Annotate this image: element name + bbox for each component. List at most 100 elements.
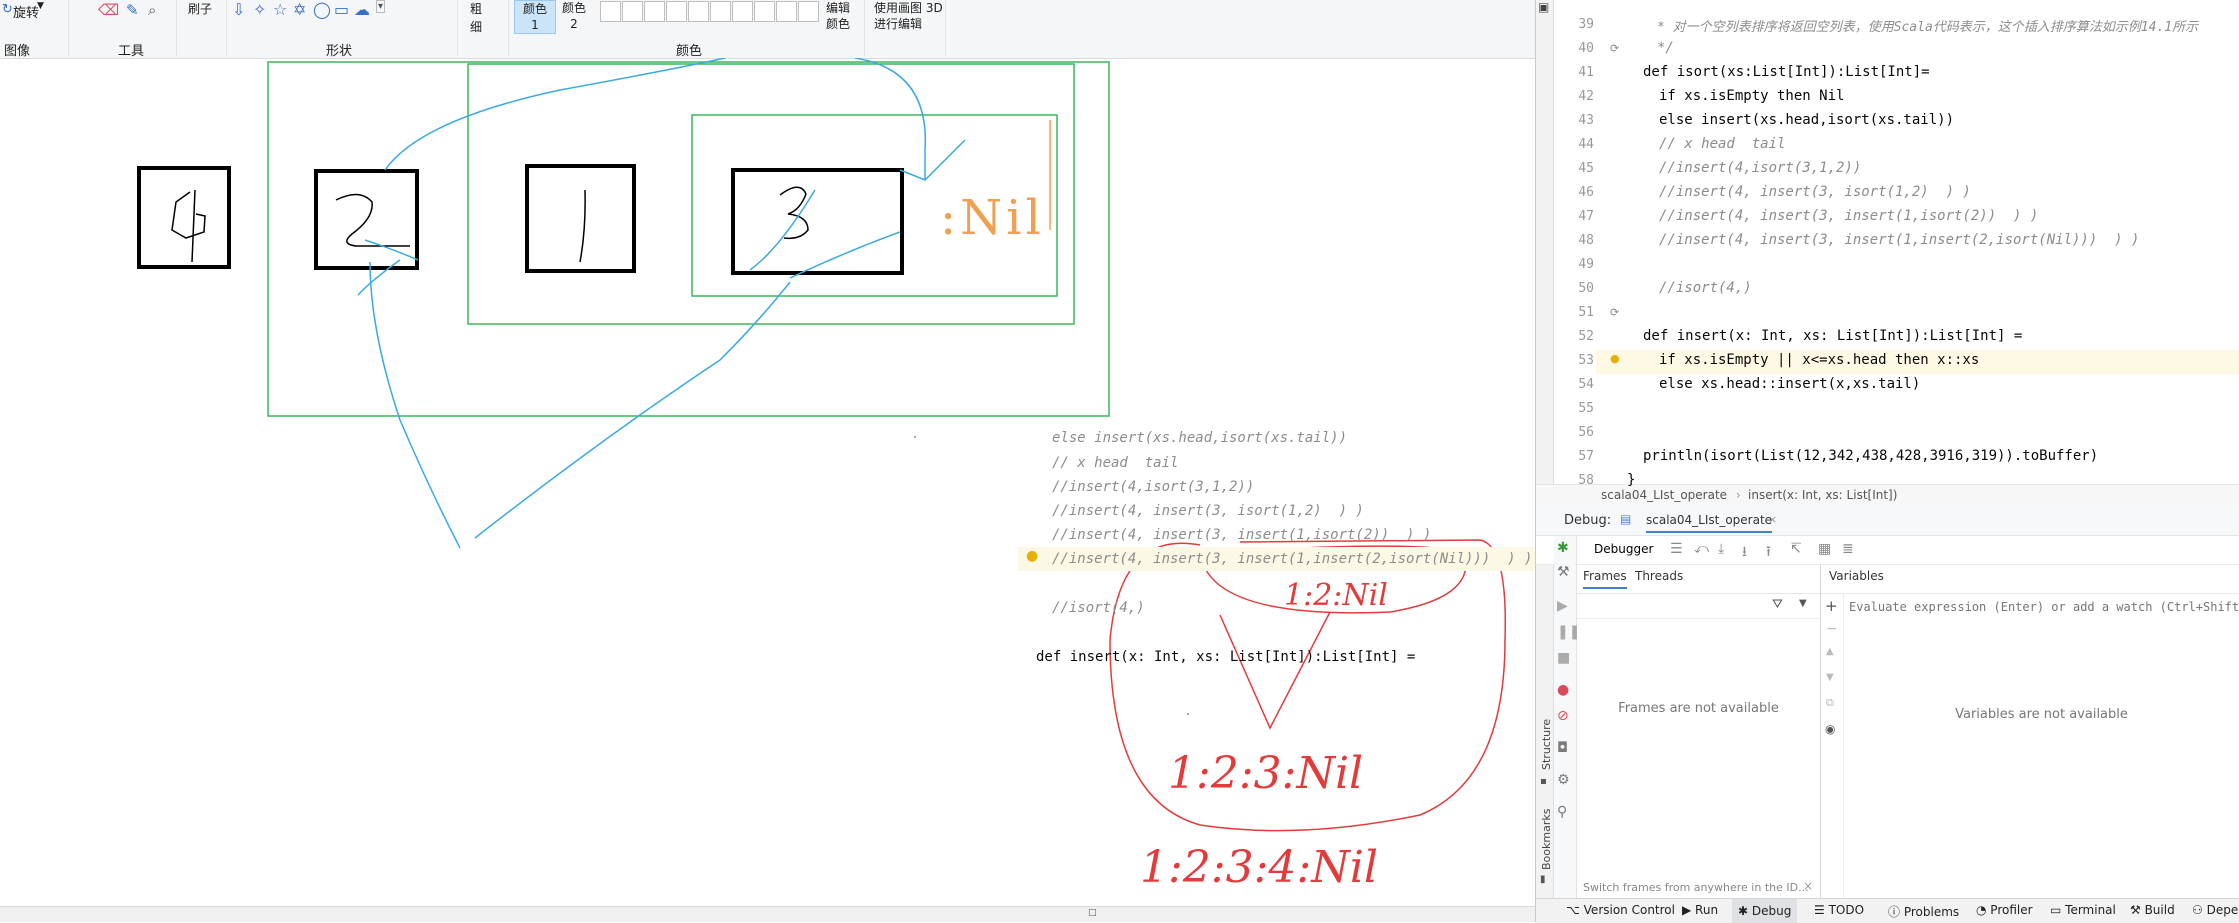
problems-tab[interactable]: ⓘ Problems <box>1888 903 1959 920</box>
build-tab[interactable]: ⚒ Build <box>2130 903 2175 917</box>
color1-button[interactable]: 颜色 1 <box>514 0 556 34</box>
color1-label: 颜色 1 <box>523 2 548 32</box>
palette-swatch[interactable] <box>776 1 797 22</box>
remove-watch-icon[interactable]: − <box>1826 621 1838 637</box>
pin-icon[interactable]: ⚲ <box>1557 804 1567 820</box>
profiler-tab[interactable]: ◔ Profiler <box>1976 903 2033 917</box>
palette-swatch[interactable] <box>644 1 665 22</box>
move-down-icon[interactable]: ▼ <box>1826 672 1834 683</box>
move-up-icon[interactable]: ▲ <box>1826 646 1834 657</box>
add-watch-icon[interactable]: + <box>1825 597 1838 615</box>
edit-colors-button[interactable]: 编辑颜色 <box>826 0 852 32</box>
duplicate-icon[interactable]: ⧉ <box>1826 696 1834 710</box>
brush-button[interactable]: 刷子 <box>188 0 212 17</box>
close-icon[interactable]: × <box>1803 879 1813 893</box>
arrow-down-shape-icon[interactable]: ⇩ <box>232 0 245 19</box>
camera-icon[interactable]: ◘ <box>1557 740 1568 756</box>
step-over-icon[interactable]: ⤓ <box>1718 541 1724 557</box>
run-tab[interactable]: ▶ Run <box>1682 903 1718 917</box>
step-out-icon[interactable]: ⭱ <box>1766 541 1771 565</box>
show-execution-point-icon[interactable]: ⤺ <box>1694 541 1709 557</box>
callout-rect-icon[interactable]: ▭ <box>334 0 349 19</box>
thread-selector[interactable]: ⛛ ▼ <box>1577 594 1820 619</box>
variables-empty-message: Variables are not available <box>1955 707 2128 722</box>
pasted-code-line: //insert(4,isort(3,1,2)) <box>1052 479 1255 495</box>
palette-swatch[interactable] <box>600 1 621 22</box>
color-picker-icon[interactable]: ✎ <box>126 1 139 19</box>
four-point-star-icon[interactable]: ✧ <box>253 0 266 19</box>
palette-swatch[interactable] <box>688 1 709 22</box>
close-icon[interactable]: × <box>1768 513 1777 526</box>
structure-tab[interactable]: Structure <box>1540 719 1553 770</box>
mute-breakpoints-icon[interactable]: ⊘ <box>1557 708 1569 724</box>
palette-swatch[interactable] <box>798 1 819 22</box>
bookmarks-tab[interactable]: Bookmarks <box>1540 809 1553 870</box>
frames-empty-message: Frames are not available <box>1618 701 1779 716</box>
run-to-cursor-icon[interactable]: ↸ <box>1790 541 1802 557</box>
palette-swatch[interactable] <box>622 1 643 22</box>
threads-tab[interactable]: Threads <box>1635 569 1683 583</box>
pasted-code-line: def insert(x: Int, xs: List[Int]):List[I… <box>1036 649 1416 665</box>
line-number: 51 <box>1578 305 1594 320</box>
frames-tab[interactable]: Frames <box>1583 569 1627 589</box>
ribbon-divider <box>864 0 865 56</box>
layout-icon[interactable]: ☰ <box>1670 541 1683 557</box>
color2-button[interactable]: 颜色 2 <box>562 0 586 32</box>
rotate-button[interactable]: 旋转 <box>13 2 39 21</box>
line-number: 50 <box>1578 281 1594 296</box>
code-line: } <box>1627 472 1636 488</box>
ribbon-divider <box>68 0 69 56</box>
callout-cloud-icon[interactable]: ☁ <box>354 0 370 19</box>
gear-icon[interactable]: ⚙ <box>1557 772 1570 788</box>
eye-icon[interactable]: ◉ <box>1825 722 1835 736</box>
variables-tab: Variables <box>1829 569 1884 583</box>
dependencies-tab[interactable]: ⚇ Dependencies <box>2192 903 2239 917</box>
stop-icon[interactable]: ■ <box>1557 650 1570 666</box>
watch-expression-input[interactable] <box>1847 596 2239 618</box>
tool-window-strip: ▣ Structure ▪ Bookmarks ▮ <box>1536 0 1554 922</box>
settings-wrench-icon[interactable]: ⚒ <box>1557 564 1570 580</box>
debug-tab[interactable]: ✱ Debug <box>1732 899 1798 923</box>
todo-tab[interactable]: ☰ TODO <box>1814 903 1864 917</box>
edit-with-paint3d-button[interactable]: 使用画图 3D 进行编辑 <box>874 0 944 32</box>
terminal-tab[interactable]: ▭ Terminal <box>2050 903 2116 917</box>
line-number: 46 <box>1578 185 1594 200</box>
resize-handle-icon[interactable]: □ <box>1088 908 1097 918</box>
filter-icon[interactable]: ⛛ <box>1772 597 1783 612</box>
step-into-icon[interactable]: ⭳ <box>1742 541 1747 565</box>
size-button[interactable]: 粗细 <box>470 0 490 36</box>
magnifier-icon[interactable]: ⌕ <box>148 1 156 19</box>
trace-icon[interactable]: ≣ <box>1842 541 1854 557</box>
bulb-icon[interactable]: ● <box>1610 352 1620 365</box>
shapes-more-icon[interactable]: ▾ <box>376 0 386 13</box>
evaluate-icon[interactable]: ▦ <box>1818 541 1831 557</box>
debug-bug-icon: ✱ <box>1557 540 1569 556</box>
palette-swatch[interactable] <box>754 1 775 22</box>
breadcrumb-item[interactable]: scala04_LIst_operate <box>1601 488 1727 502</box>
project-icon[interactable]: ▣ <box>1538 0 1549 14</box>
debug-session-tab[interactable]: scala04_LIst_operate <box>1646 513 1773 533</box>
chevron-down-icon: ▼ <box>37 1 44 11</box>
recursive-call-icon[interactable]: ⟳ <box>1610 42 1619 55</box>
chevron-down-icon[interactable]: ▼ <box>1799 598 1807 609</box>
debug-toolbar: Debugger ☰ ⤺ ⤓ ⭳ ⭱ ↸ ▦ ≣ <box>1536 536 2239 565</box>
code-line: * 对一个空列表排序将返回空列表，使用Scala代码表示，这个插入排序算法如示例… <box>1657 20 2199 35</box>
six-point-star-icon[interactable]: ✡ <box>293 0 306 19</box>
palette-swatch[interactable] <box>710 1 731 22</box>
debugger-tab[interactable]: Debugger <box>1594 542 1653 556</box>
recursive-call-icon[interactable]: ⟳ <box>1610 306 1619 319</box>
paint-ribbon: ↻ 旋转 ▼ 图像 ⌫ ✎ ⌕ 工具 刷子 ⇩ ✧ ☆ ✡ ◯ ▭ ☁ ▾ 形状… <box>0 0 1535 59</box>
result-final: 1:2:3:4:Nil <box>1140 842 1378 893</box>
result-inner: 1:2:Nil <box>1284 578 1388 613</box>
palette-swatch[interactable] <box>732 1 753 22</box>
callout-oval-icon[interactable]: ◯ <box>313 0 331 19</box>
version-control-tab[interactable]: ⌥ Version Control <box>1566 903 1675 917</box>
eraser-icon[interactable]: ⌫ <box>98 1 119 19</box>
star-icon[interactable]: ☆ <box>273 0 287 19</box>
view-breakpoints-icon[interactable]: ● <box>1557 682 1569 698</box>
palette-swatch[interactable] <box>666 1 687 22</box>
breadcrumb-item[interactable]: insert(x: Int, xs: List[Int]) <box>1748 488 1897 502</box>
line-number: 57 <box>1578 449 1594 464</box>
resume-icon[interactable]: ▶ <box>1557 598 1568 614</box>
paint-window: ↻ 旋转 ▼ 图像 ⌫ ✎ ⌕ 工具 刷子 ⇩ ✧ ☆ ✡ ◯ ▭ ☁ ▾ 形状… <box>0 0 1535 922</box>
